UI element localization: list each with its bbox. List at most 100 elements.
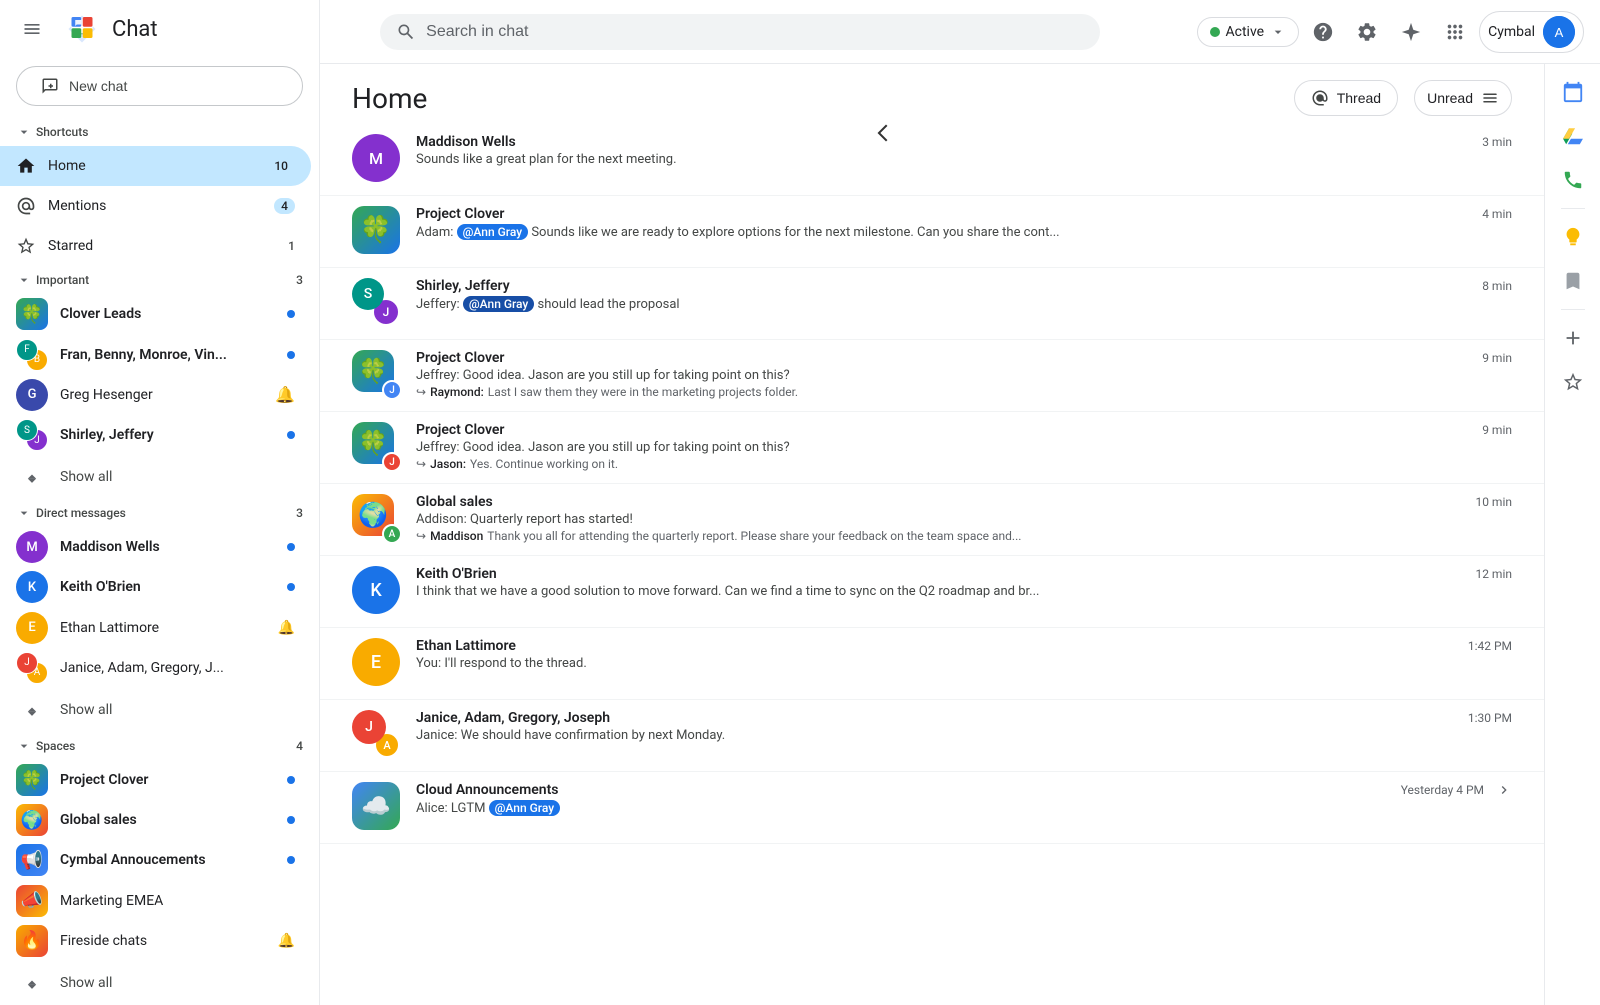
calendar-button[interactable] [1553, 72, 1593, 112]
show-all-spaces[interactable]: Show all [0, 961, 319, 1005]
important-section-header[interactable]: Important 3 [0, 266, 319, 294]
sidebar-item-maddison-wells[interactable]: M Maddison Wells [0, 527, 311, 567]
shortcuts-section-header[interactable]: Shortcuts [0, 118, 319, 146]
chat-item-project-clover-2[interactable]: 🍀 J Project Clover 9 min Jeffrey: Good i… [320, 340, 1544, 412]
keith-label: Keith O'Brien [60, 579, 275, 595]
sidebar-item-clover-leads[interactable]: 🍀 Clover Leads [0, 294, 311, 334]
keith-avatar: K [16, 571, 48, 603]
main-area: Active [320, 0, 1600, 1005]
add-icon [1562, 327, 1584, 349]
search-bar[interactable] [380, 14, 1100, 50]
shirley-jeffery-chat-name: Shirley, Jeffery [416, 278, 510, 294]
project-clover-3-reply: ↪ Jason: Yes. Continue working on it. [416, 457, 1512, 471]
global-sales-chat-avatar: 🌍 A [352, 494, 400, 542]
expand-icon[interactable] [1496, 782, 1512, 798]
save-button[interactable] [1553, 362, 1593, 402]
sidebar-item-greg[interactable]: G Greg Hesenger 🔔 [0, 375, 311, 415]
mentions-badge: 4 [274, 198, 295, 214]
important-label: Important [36, 273, 292, 287]
spaces-section-header[interactable]: Spaces 4 [0, 732, 319, 760]
important-badge: 3 [296, 273, 303, 287]
global-sales-reply: ↪ Maddison Thank you all for attending t… [416, 529, 1512, 543]
sidebar-item-cymbal[interactable]: 📢 Cymbal Annoucements [0, 840, 311, 880]
sidebar-item-project-clover[interactable]: 🍀 Project Clover [0, 760, 311, 800]
global-sales-content: Global sales 10 min Addison: Quarterly r… [416, 494, 1512, 543]
project-clover-chat-avatar: 🍀 [352, 206, 400, 254]
sidebar-item-fran-benny[interactable]: F B Fran, Benny, Monroe, Vin... [0, 335, 311, 375]
project-clover-1-content: Project Clover 4 min Adam: @Ann Gray Sou… [416, 206, 1512, 240]
cloud-announcements-avatar: ☁️ [352, 782, 400, 830]
spark-button[interactable] [1391, 12, 1431, 52]
sidebar-item-ethan[interactable]: E Ethan Lattimore 🔔 [0, 608, 311, 648]
help-button[interactable] [1303, 12, 1343, 52]
topbar-right: Active [1197, 11, 1584, 53]
show-all-spaces-label: Show all [60, 975, 112, 991]
janice-group-avatar: J A [352, 710, 400, 758]
menu-button[interactable] [12, 9, 52, 49]
cymbal-icon: 📢 [16, 844, 48, 876]
app-title: Chat [112, 17, 158, 42]
sidebar-item-starred[interactable]: Starred 1 [0, 226, 311, 266]
sidebar-item-keith[interactable]: K Keith O'Brien [0, 567, 311, 607]
drive-button[interactable] [1553, 116, 1593, 156]
unread-toggle-icon [1481, 89, 1499, 107]
fireside-icon: 🔥 [16, 925, 48, 957]
bookmark-button[interactable] [1553, 261, 1593, 301]
meet-button[interactable] [1553, 160, 1593, 200]
page-title: Home [352, 82, 807, 115]
fran-benny-label: Fran, Benny, Monroe, Vin... [60, 347, 275, 363]
status-pill[interactable]: Active [1197, 17, 1300, 47]
right-sidebar [1544, 64, 1600, 1005]
search-input[interactable] [426, 23, 1084, 41]
ann-gray-mention-2: @Ann Gray [463, 296, 534, 312]
svg-text:A: A [1555, 25, 1564, 40]
new-chat-button[interactable]: New chat [16, 66, 303, 106]
reply-arrow-2: ↪ [416, 457, 426, 471]
add-addon-button[interactable] [1553, 318, 1593, 358]
sidebar-item-mentions[interactable]: Mentions 4 [0, 186, 311, 226]
project-clover-2-avatar: 🍀 J [352, 350, 400, 398]
clover-leads-label: Clover Leads [60, 306, 275, 322]
cloud-announcements-content: Cloud Announcements Yesterday 4 PM Alice… [416, 782, 1512, 816]
chat-item-project-clover-3[interactable]: 🍀 J Project Clover 9 min Jeffrey: Good i… [320, 412, 1544, 484]
calendar-icon [1562, 81, 1584, 103]
sidebar-item-global-sales[interactable]: 🌍 Global sales [0, 800, 311, 840]
chat-item-janice-group[interactable]: J A Janice, Adam, Gregory, Joseph 1:30 P… [320, 700, 1544, 772]
grid-button[interactable] [1435, 12, 1475, 52]
unread-button[interactable]: Unread [1414, 80, 1512, 116]
maddison-wells-label: Maddison Wells [60, 539, 275, 555]
project-clover-label: Project Clover [60, 772, 275, 788]
chat-item-global-sales[interactable]: 🌍 A Global sales 10 min Addison: Quarter… [320, 484, 1544, 556]
project-clover-2-content: Project Clover 9 min Jeffrey: Good idea.… [416, 350, 1512, 399]
settings-button[interactable] [1347, 12, 1387, 52]
sidebar-item-janice[interactable]: J A Janice, Adam, Gregory, J... [0, 648, 311, 688]
project-clover-1-name: Project Clover [416, 206, 504, 222]
sidebar-item-shirley-jeffery[interactable]: S J Shirley, Jeffery [0, 415, 311, 455]
maddison-chat-name: Maddison Wells [416, 134, 516, 150]
chat-item-keith-obrien[interactable]: K Keith O'Brien 12 min I think that we h… [320, 556, 1544, 628]
chat-item-maddison[interactable]: M Maddison Wells 3 min Sounds like a gre… [320, 124, 1544, 196]
greg-bell-icon: 🔔 [275, 385, 295, 404]
chat-item-shirley-jeffery[interactable]: S J Shirley, Jeffery 8 min Jeffery: @Ann… [320, 268, 1544, 340]
project-clover-icon: 🍀 [16, 764, 48, 796]
ethan-chat-avatar: E [352, 638, 400, 686]
dm-section-header[interactable]: Direct messages 3 [0, 499, 319, 527]
sidebar-item-marketing-emea[interactable]: 📣 Marketing EMEA [0, 881, 311, 921]
chat-item-project-clover-1[interactable]: 🍀 Project Clover 4 min Adam: @Ann Gray S… [320, 196, 1544, 268]
bookmark-icon [1562, 270, 1584, 292]
janice-group-name-row: Janice, Adam, Gregory, Joseph 1:30 PM [416, 710, 1512, 726]
project-clover-2-message: Jeffrey: Good idea. Jason are you still … [416, 368, 1512, 383]
project-clover-2-name: Project Clover [416, 350, 504, 366]
chat-item-cloud-announcements[interactable]: ☁️ Cloud Announcements Yesterday 4 PM Al… [320, 772, 1544, 844]
show-all-dm[interactable]: Show all [0, 688, 319, 732]
sidebar-item-home[interactable]: Home 10 [0, 146, 311, 186]
thread-label: Thread [1337, 90, 1381, 106]
show-all-important[interactable]: Show all [0, 455, 319, 499]
account-button[interactable]: Cymbal A [1479, 11, 1584, 53]
clover-leads-dot [287, 310, 295, 318]
keep-button[interactable] [1553, 217, 1593, 257]
thread-button[interactable]: Thread [1294, 80, 1398, 116]
sidebar-item-fireside[interactable]: 🔥 Fireside chats 🔔 [0, 921, 311, 961]
search-container [380, 14, 1100, 50]
chat-item-ethan-lattimore[interactable]: E Ethan Lattimore 1:42 PM You: I'll resp… [320, 628, 1544, 700]
